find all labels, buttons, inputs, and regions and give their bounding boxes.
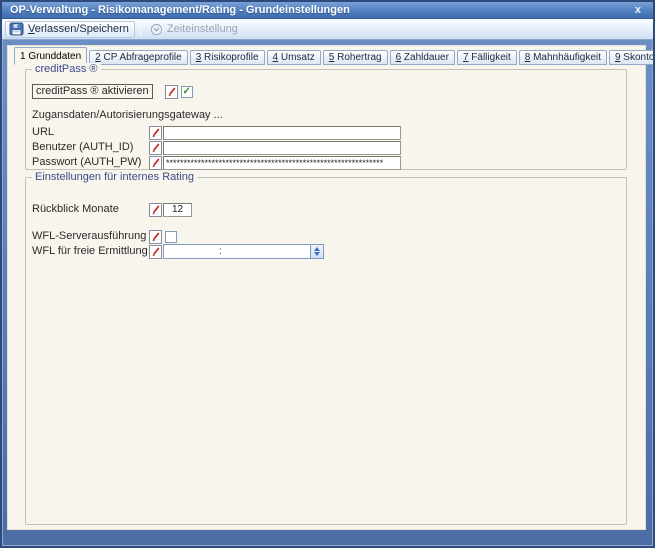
time-settings-button: Zeiteinstellung — [146, 21, 244, 38]
benutzer-input[interactable] — [163, 140, 401, 155]
wfl-free-input[interactable] — [163, 244, 310, 259]
tab-page: 1 Grunddaten 2 CP Abfrageprofile 3 Risik… — [7, 45, 653, 530]
wfl-free-combo — [163, 244, 324, 259]
edit-pencil-icon[interactable] — [149, 155, 162, 170]
window-title: OP-Verwaltung - Risikomanagement/Rating … — [10, 4, 350, 16]
benutzer-label: Benutzer (AUTH_ID) — [32, 141, 134, 153]
internal-rating-group: Einstellungen für internes Rating Rückbl… — [25, 171, 627, 525]
passwort-label: Passwort (AUTH_PW) — [32, 156, 142, 168]
save-exit-label: Verlassen/Speichern — [28, 23, 129, 35]
internal-rating-group-label: Einstellungen für internes Rating — [32, 171, 197, 184]
edit-pencil-icon[interactable] — [149, 229, 162, 244]
edit-pencil-icon[interactable] — [149, 244, 162, 259]
tab-cp-abfrageprofile[interactable]: 2 CP Abfrageprofile — [89, 50, 188, 65]
dropdown-spinner-icon[interactable] — [310, 244, 324, 259]
time-settings-label: Zeiteinstellung — [166, 23, 238, 35]
chevron-circle-icon — [150, 23, 163, 36]
creditpass-group-label: creditPass ® — [32, 63, 101, 76]
save-exit-button[interactable]: Verlassen/Speichern — [5, 20, 135, 38]
wfl-server-label: WFL-Serverausführung — [32, 230, 147, 242]
edit-pencil-icon[interactable] — [164, 84, 178, 99]
tab-skonto[interactable]: 9 Skonto — [608, 50, 653, 65]
tab-risikoprofile[interactable]: 3 Risikoprofile — [189, 50, 265, 65]
toolbar: Verlassen/Speichern Zeiteinstellung — [2, 19, 653, 40]
tab-mahnhaeufigkeit[interactable]: 8 Mahnhäufigkeit — [518, 50, 607, 65]
creditpass-group: creditPass ® creditPass ® aktivieren ✓ Z… — [25, 63, 627, 170]
rueckblick-input[interactable] — [163, 202, 192, 217]
rueckblick-label: Rückblick Monate — [32, 203, 119, 215]
tab-strip: 1 Grunddaten 2 CP Abfrageprofile 3 Risik… — [8, 46, 653, 65]
wfl-free-label: WFL für freie Ermittlung — [32, 245, 148, 257]
edit-pencil-icon[interactable] — [149, 140, 162, 155]
creditpass-activate-label: creditPass ® aktivieren — [32, 84, 153, 99]
title-bar: OP-Verwaltung - Risikomanagement/Rating … — [2, 2, 653, 19]
save-icon — [9, 22, 24, 36]
edit-pencil-icon[interactable] — [149, 125, 162, 140]
gateway-heading: Zugansdaten/Autorisierungsgateway ... — [32, 109, 223, 121]
app-window: OP-Verwaltung - Risikomanagement/Rating … — [0, 0, 655, 548]
passwort-input[interactable] — [163, 155, 401, 170]
tab-rohertrag[interactable]: 5 Rohertrag — [322, 50, 388, 65]
edit-pencil-icon[interactable] — [149, 202, 162, 217]
toolbar-separator — [139, 21, 141, 37]
tab-umsatz[interactable]: 4 Umsatz — [266, 50, 321, 65]
creditpass-activate-checkbox[interactable]: ✓ — [180, 85, 193, 98]
url-input[interactable] — [163, 125, 401, 140]
tab-faelligkeit[interactable]: 7 Fälligkeit — [456, 50, 517, 65]
url-label: URL — [32, 126, 55, 138]
wfl-server-checkbox[interactable] — [165, 230, 177, 243]
close-icon[interactable]: x — [631, 4, 645, 16]
tab-zahldauer[interactable]: 6 Zahldauer — [389, 50, 455, 65]
